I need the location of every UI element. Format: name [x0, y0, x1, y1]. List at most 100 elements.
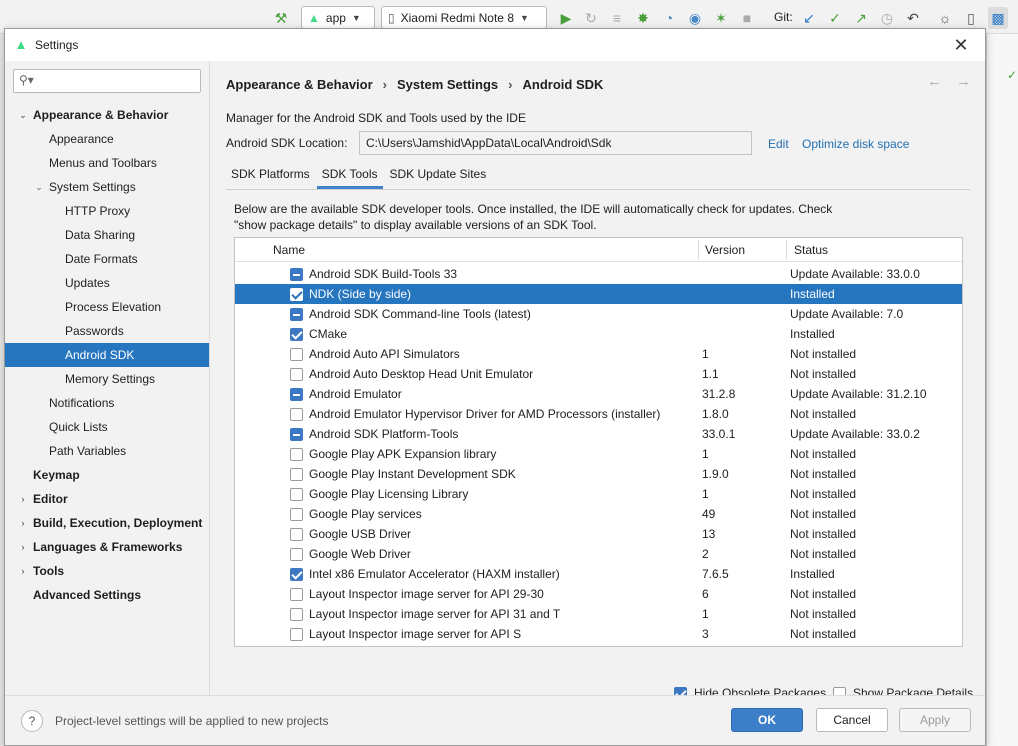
- git-history-icon[interactable]: ◷: [878, 7, 896, 29]
- table-row[interactable]: Android SDK Command-line Tools (latest) U…: [235, 304, 962, 324]
- device-manager-icon[interactable]: ▯: [962, 7, 980, 29]
- chevron-right-icon[interactable]: ›: [17, 566, 29, 576]
- android-debug-icon[interactable]: ✶: [712, 7, 730, 29]
- sidebar-item[interactable]: Passwords: [5, 319, 209, 343]
- ok-button[interactable]: OK: [731, 708, 803, 732]
- forward-arrow-icon[interactable]: →: [956, 73, 971, 90]
- stop-icon[interactable]: ■: [738, 7, 756, 29]
- table-row[interactable]: NDK (Side by side) Installed: [235, 284, 962, 304]
- git-update-icon[interactable]: ↙: [800, 7, 818, 29]
- row-checkbox[interactable]: [290, 608, 303, 621]
- tab-sdk-tools[interactable]: SDK Tools: [316, 163, 383, 189]
- row-checkbox[interactable]: [290, 308, 303, 321]
- sidebar-item[interactable]: Quick Lists: [5, 415, 209, 439]
- sidebar-item[interactable]: Appearance: [5, 127, 209, 151]
- run-icon[interactable]: ▶: [557, 7, 575, 29]
- table-row[interactable]: Android SDK Build-Tools 33 Update Availab…: [235, 264, 962, 284]
- sidebar-item[interactable]: Menus and Toolbars: [5, 151, 209, 175]
- chevron-right-icon[interactable]: ›: [17, 494, 29, 504]
- table-row[interactable]: Google Play Instant Development SDK 1.9.0…: [235, 464, 962, 484]
- row-checkbox[interactable]: [290, 588, 303, 601]
- sidebar-item[interactable]: Data Sharing: [5, 223, 209, 247]
- sidebar-item[interactable]: Memory Settings: [5, 367, 209, 391]
- sidebar-item[interactable]: Process Elevation: [5, 295, 209, 319]
- table-row[interactable]: Layout Inspector image server for API S 3…: [235, 624, 962, 644]
- rollback-icon[interactable]: ↶: [904, 7, 922, 29]
- row-checkbox[interactable]: [290, 388, 303, 401]
- row-checkbox[interactable]: [290, 348, 303, 361]
- chevron-right-icon[interactable]: ›: [17, 542, 29, 552]
- sidebar-item[interactable]: › Build, Execution, Deployment: [5, 511, 209, 535]
- back-arrow-icon[interactable]: ←: [927, 73, 942, 90]
- column-version[interactable]: Version: [705, 238, 745, 262]
- apply-button[interactable]: Apply: [899, 708, 971, 732]
- column-status[interactable]: Status: [794, 238, 828, 262]
- tab-sdk-update-sites[interactable]: SDK Update Sites: [385, 163, 492, 189]
- table-row[interactable]: Intel x86 Emulator Accelerator (HAXM ins…: [235, 564, 962, 584]
- sidebar-item[interactable]: Path Variables: [5, 439, 209, 463]
- close-button[interactable]: ✕: [951, 35, 971, 55]
- row-checkbox[interactable]: [290, 508, 303, 521]
- git-commit-icon[interactable]: ✓: [826, 7, 844, 29]
- row-checkbox[interactable]: [290, 468, 303, 481]
- table-row[interactable]: Google Play Licensing Library 1 Not instal…: [235, 484, 962, 504]
- sidebar-item[interactable]: › Tools: [5, 559, 209, 583]
- git-push-icon[interactable]: ↗: [852, 7, 870, 29]
- row-checkbox[interactable]: [290, 528, 303, 541]
- apply-code-changes-icon[interactable]: ≡: [608, 7, 626, 29]
- tab-sdk-platforms[interactable]: SDK Platforms: [226, 163, 315, 189]
- sdk-location-field[interactable]: C:\Users\Jamshid\AppData\Local\Android\S…: [359, 131, 752, 155]
- device-select[interactable]: ▯ Xiaomi Redmi Note 8 ▼: [381, 6, 547, 29]
- row-checkbox[interactable]: [290, 408, 303, 421]
- row-checkbox[interactable]: [290, 548, 303, 561]
- column-name[interactable]: Name: [273, 238, 305, 262]
- help-button[interactable]: ?: [21, 710, 43, 732]
- table-row[interactable]: Layout Inspector image server for API 31…: [235, 604, 962, 624]
- table-row[interactable]: Google Play APK Expansion library 1 Not in…: [235, 444, 962, 464]
- table-row[interactable]: Google Play services 49 Not installed: [235, 504, 962, 524]
- table-row[interactable]: Android Auto API Simulators 1 Not installe…: [235, 344, 962, 364]
- sidebar-item[interactable]: ⌄ Appearance & Behavior: [5, 103, 209, 127]
- row-checkbox[interactable]: [290, 628, 303, 641]
- settings-search[interactable]: ⚲▾: [13, 69, 201, 93]
- row-checkbox[interactable]: [290, 488, 303, 501]
- row-checkbox[interactable]: [290, 288, 303, 301]
- sidebar-item[interactable]: Keymap: [5, 463, 209, 487]
- sidebar-item[interactable]: Advanced Settings: [5, 583, 209, 607]
- table-row[interactable]: Android SDK Platform-Tools 33.0.1 Update A…: [235, 424, 962, 444]
- attach-debugger-icon[interactable]: ◉: [686, 7, 704, 29]
- sidebar-item[interactable]: › Editor: [5, 487, 209, 511]
- sidebar-item[interactable]: Android SDK: [5, 343, 209, 367]
- edit-location-link[interactable]: Edit: [768, 137, 789, 151]
- row-checkbox[interactable]: [290, 328, 303, 341]
- sidebar-item[interactable]: ⌄ System Settings: [5, 175, 209, 199]
- table-row[interactable]: Android Emulator Hypervisor Driver for A…: [235, 404, 962, 424]
- gradle-sync-icon[interactable]: ☼: [936, 7, 954, 29]
- table-row[interactable]: CMake Installed: [235, 324, 962, 344]
- profile-icon[interactable]: ◔: [660, 7, 678, 29]
- row-checkbox[interactable]: [290, 428, 303, 441]
- sidebar-item[interactable]: Notifications: [5, 391, 209, 415]
- sidebar-item[interactable]: Updates: [5, 271, 209, 295]
- search-input[interactable]: [38, 72, 196, 90]
- row-checkbox[interactable]: [290, 448, 303, 461]
- debug-icon[interactable]: ✸: [634, 7, 652, 29]
- table-row[interactable]: Android Emulator 31.2.8 Update Available: …: [235, 384, 962, 404]
- apply-changes-icon[interactable]: ↻: [582, 7, 600, 29]
- sdk-manager-icon[interactable]: ▩: [988, 7, 1008, 29]
- table-row[interactable]: Google Web Driver 2 Not installed: [235, 544, 962, 564]
- row-checkbox[interactable]: [290, 368, 303, 381]
- sidebar-item[interactable]: Date Formats: [5, 247, 209, 271]
- table-row[interactable]: Android Auto Desktop Head Unit Emulator 1…: [235, 364, 962, 384]
- cancel-button[interactable]: Cancel: [816, 708, 888, 732]
- table-row[interactable]: Layout Inspector image server for API 29…: [235, 584, 962, 604]
- sidebar-item[interactable]: › Languages & Frameworks: [5, 535, 209, 559]
- sidebar-item[interactable]: HTTP Proxy: [5, 199, 209, 223]
- row-checkbox[interactable]: [290, 268, 303, 281]
- chevron-down-icon[interactable]: ⌄: [17, 110, 29, 121]
- chevron-down-icon[interactable]: ⌄: [33, 182, 45, 193]
- run-config-select[interactable]: ▲ app ▼: [301, 6, 375, 29]
- optimize-disk-space-link[interactable]: Optimize disk space: [802, 137, 909, 151]
- table-row[interactable]: Google USB Driver 13 Not installed: [235, 524, 962, 544]
- row-checkbox[interactable]: [290, 568, 303, 581]
